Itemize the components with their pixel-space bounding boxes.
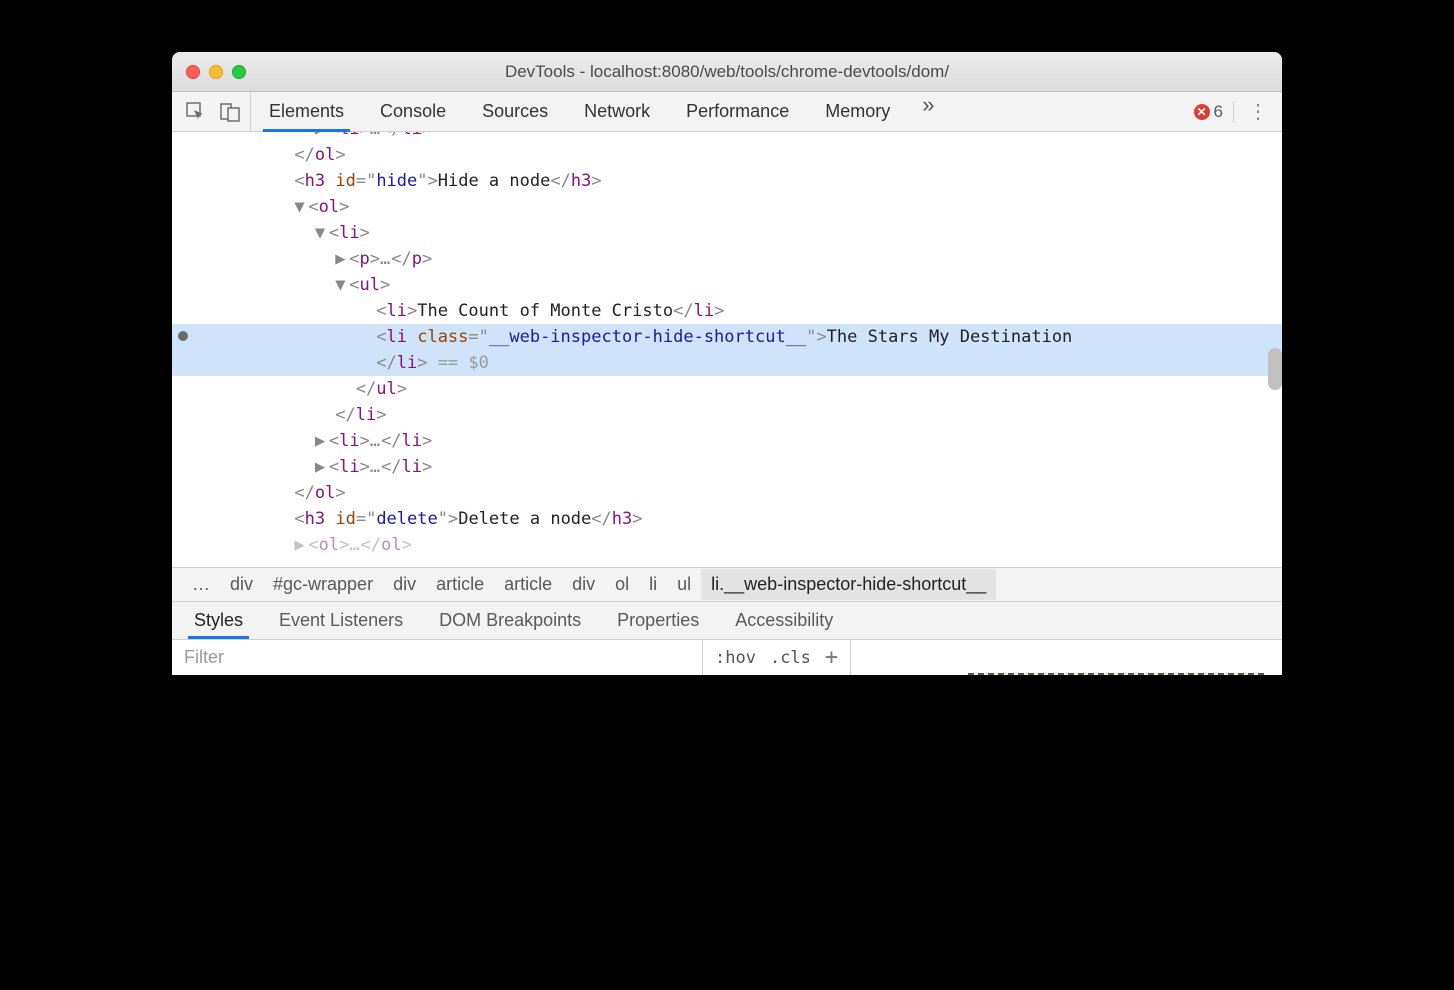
breadcrumb-ellipsis[interactable]: … <box>182 569 220 600</box>
dom-line[interactable]: </li> <box>172 402 1282 428</box>
breadcrumb-item-selected[interactable]: li.__web-inspector-hide-shortcut__ <box>701 569 996 600</box>
tab-performance[interactable]: Performance <box>668 92 807 131</box>
tab-elements[interactable]: Elements <box>251 92 362 131</box>
dom-line[interactable]: ▶<ol>…</ol> <box>172 532 1282 558</box>
dom-line[interactable]: ▶<p>…</p> <box>172 246 1282 272</box>
dom-line[interactable]: ▼<ol> <box>172 194 1282 220</box>
margin-box-indicator <box>968 673 1264 675</box>
dom-line[interactable]: ▶<li>…</li> <box>172 428 1282 454</box>
inspect-element-icon[interactable] <box>186 102 206 122</box>
tab-console[interactable]: Console <box>362 92 464 131</box>
class-toggle[interactable]: .cls <box>770 648 811 668</box>
tab-network[interactable]: Network <box>566 92 668 131</box>
hidden-node-indicator-icon <box>178 331 188 341</box>
breadcrumb-item[interactable]: div <box>383 569 426 600</box>
breadcrumb-item[interactable]: ol <box>605 569 639 600</box>
dom-line[interactable]: ▶<li>…</li> <box>172 454 1282 480</box>
toolbar-separator <box>1233 101 1234 123</box>
devtools-window: DevTools - localhost:8080/web/tools/chro… <box>172 52 1282 675</box>
dom-line[interactable]: ▶<li>…</li> <box>172 132 1282 142</box>
dom-line[interactable]: </ol> <box>172 142 1282 168</box>
main-toolbar: Elements Console Sources Network Perform… <box>172 92 1282 132</box>
dom-breadcrumbs: … div #gc-wrapper div article article di… <box>172 567 1282 601</box>
zoom-window-button[interactable] <box>232 65 246 79</box>
dom-line[interactable]: </ul> <box>172 376 1282 402</box>
disclosure-right-icon[interactable]: ▶ <box>315 132 329 142</box>
settings-menu-icon[interactable]: ⋮ <box>1244 99 1272 124</box>
window-title: DevTools - localhost:8080/web/tools/chro… <box>172 62 1282 82</box>
tab-memory[interactable]: Memory <box>807 92 908 131</box>
dom-line[interactable]: <h3 id="hide">Hide a node</h3> <box>172 168 1282 194</box>
new-style-rule-icon[interactable]: + <box>825 645 838 670</box>
disclosure-right-icon[interactable]: ▶ <box>315 428 329 454</box>
tab-sources[interactable]: Sources <box>464 92 566 131</box>
disclosure-right-icon[interactable]: ▶ <box>315 454 329 480</box>
toolbar-left <box>172 92 251 131</box>
elements-dom-tree[interactable]: ▶<li>…</li> </ol> <h3 id="hide">Hide a n… <box>172 132 1282 567</box>
close-window-button[interactable] <box>186 65 200 79</box>
dom-line[interactable]: <h3 id="delete">Delete a node</h3> <box>172 506 1282 532</box>
box-model-preview <box>850 640 1282 675</box>
dom-line[interactable]: </ol> <box>172 480 1282 506</box>
traffic-lights <box>172 65 246 79</box>
breadcrumb-item[interactable]: li <box>639 569 667 600</box>
error-count-number: 6 <box>1214 102 1223 122</box>
hover-toggle[interactable]: :hov <box>715 648 756 668</box>
scrollbar-thumb[interactable] <box>1268 348 1282 390</box>
breadcrumb-item[interactable]: article <box>494 569 562 600</box>
main-tabs: Elements Console Sources Network Perform… <box>251 92 1184 131</box>
disclosure-right-icon[interactable]: ▶ <box>335 246 349 272</box>
dom-line[interactable]: ▼<li> <box>172 220 1282 246</box>
subtab-dom-breakpoints[interactable]: DOM Breakpoints <box>421 602 599 639</box>
minimize-window-button[interactable] <box>209 65 223 79</box>
disclosure-down-icon[interactable]: ▼ <box>294 194 308 220</box>
subtab-accessibility[interactable]: Accessibility <box>717 602 851 639</box>
breadcrumb-item[interactable]: div <box>562 569 605 600</box>
dom-line[interactable]: ▼<ul> <box>172 272 1282 298</box>
titlebar: DevTools - localhost:8080/web/tools/chro… <box>172 52 1282 92</box>
error-count[interactable]: ✕ 6 <box>1194 102 1223 122</box>
toolbar-right: ✕ 6 ⋮ <box>1184 92 1282 131</box>
subtab-properties[interactable]: Properties <box>599 602 717 639</box>
tabs-overflow-button[interactable]: » <box>908 92 948 131</box>
styles-filter-input[interactable] <box>172 640 702 675</box>
error-icon: ✕ <box>1194 104 1210 120</box>
styles-controls: :hov .cls + <box>702 640 850 675</box>
device-toolbar-icon[interactable] <box>220 102 240 122</box>
disclosure-down-icon[interactable]: ▼ <box>335 272 349 298</box>
disclosure-down-icon[interactable]: ▼ <box>315 220 329 246</box>
dom-line[interactable]: <li>The Count of Monte Cristo</li> <box>172 298 1282 324</box>
sidebar-tabs: Styles Event Listeners DOM Breakpoints P… <box>172 601 1282 639</box>
subtab-styles[interactable]: Styles <box>176 602 261 639</box>
styles-toolbar: :hov .cls + <box>172 639 1282 675</box>
dom-selected-node[interactable]: <li class="__web-inspector-hide-shortcut… <box>172 324 1282 376</box>
subtab-event-listeners[interactable]: Event Listeners <box>261 602 421 639</box>
breadcrumb-item[interactable]: #gc-wrapper <box>263 569 383 600</box>
breadcrumb-item[interactable]: ul <box>667 569 701 600</box>
breadcrumb-item[interactable]: article <box>426 569 494 600</box>
breadcrumb-item[interactable]: div <box>220 569 263 600</box>
